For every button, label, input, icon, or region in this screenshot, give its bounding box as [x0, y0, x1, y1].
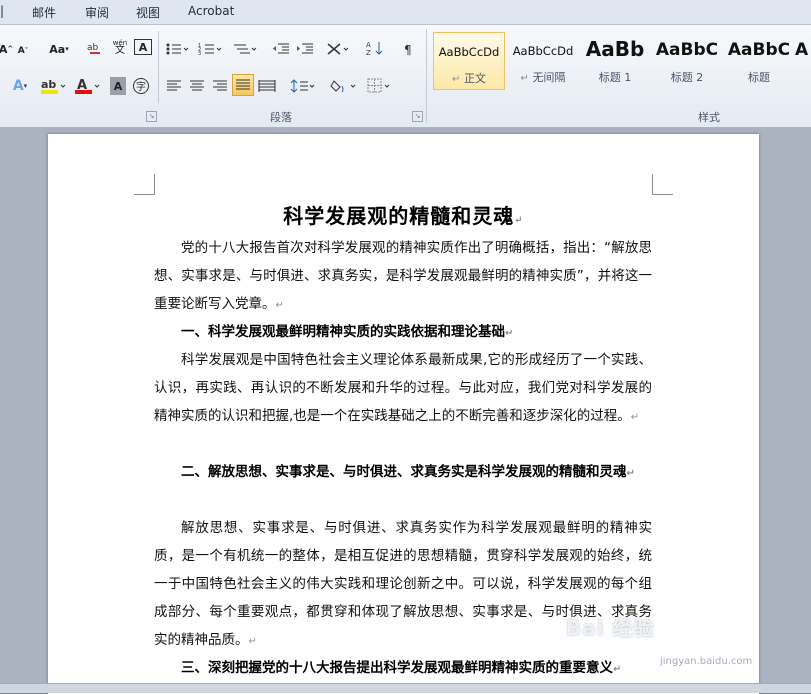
svg-text:¶: ¶ [404, 43, 412, 56]
highlight-color-icon[interactable]: ab [40, 77, 68, 95]
enclose-char-icon[interactable]: 字 [132, 77, 150, 95]
ribbon-tab-bar: | 邮件 审阅 视图 Acrobat [0, 0, 811, 25]
style-more[interactable]: A [795, 32, 811, 90]
group-divider [426, 29, 427, 123]
style-title[interactable]: AaBbC 标题 [723, 32, 795, 90]
svg-text:Z: Z [366, 49, 371, 56]
tab-acrobat[interactable]: Acrobat [188, 4, 234, 18]
increase-indent-icon[interactable] [296, 40, 314, 58]
shading-icon[interactable] [330, 77, 358, 95]
asian-layout-icon[interactable] [326, 40, 352, 58]
crop-mark-top-right [652, 174, 673, 195]
sort-icon[interactable]: AZ [366, 39, 384, 57]
align-center-icon[interactable] [189, 77, 205, 95]
font-dialog-launcher[interactable]: ↘ [146, 111, 157, 122]
svg-text:ab: ab [41, 78, 56, 91]
heading-section-1: 一、科学发展观最鲜明精神实质的实践依据和理论基础↵ [181, 324, 514, 340]
shrink-font-button[interactable]: Aˇ [16, 42, 30, 60]
watermark-url: jingyan.baidu.com [660, 656, 753, 667]
tab-review[interactable]: 审阅 [85, 4, 109, 21]
style-no-spacing-label: 无间隔 [532, 71, 566, 84]
heading-section-2: 二、解放思想、实事求是、与时俱进、求真务实是科学发展观的精髓和灵魂↵ [181, 464, 635, 480]
text-effects-button[interactable]: A ▾ [6, 77, 34, 95]
char-border-button[interactable]: A [134, 39, 152, 55]
svg-text:字: 字 [136, 80, 146, 93]
styles-gallery: AaBbCcDd ↵ 正文 AaBbCcDd ↵ 无间隔 AaBb 标题 1 A… [431, 32, 811, 92]
tab-mailings[interactable]: 邮件 [32, 4, 56, 21]
line-spacing-icon[interactable] [290, 77, 316, 95]
phonetic-guide-button[interactable]: wén 文 [110, 38, 130, 56]
font-color-icon[interactable]: A [74, 77, 102, 95]
group-divider [158, 31, 159, 103]
paragraph-section-1: 科学发展观是中国特色社会主义理论体系最新成果,它的形成经历了一个实践、认识，再实… [154, 352, 652, 424]
align-right-icon[interactable] [212, 77, 228, 95]
grow-font-button[interactable]: A ^ [0, 40, 13, 58]
show-marks-icon[interactable]: ¶ [402, 40, 416, 58]
styles-group-label: 样式 [698, 111, 720, 124]
svg-text:A: A [366, 41, 371, 49]
numbering-icon[interactable]: 123 [198, 40, 222, 58]
paragraph-dialog-launcher[interactable]: ↘ [412, 111, 423, 122]
style-no-spacing[interactable]: AaBbCcDd ↵ 无间隔 [507, 32, 579, 90]
bullets-icon[interactable] [165, 40, 189, 58]
style-normal[interactable]: AaBbCcDd ↵ 正文 [433, 32, 505, 90]
crop-mark-top-left [134, 174, 155, 195]
paragraph-group-label: 段落 [270, 111, 292, 124]
style-normal-label: 正文 [463, 72, 486, 85]
decrease-indent-icon[interactable] [272, 40, 290, 58]
document-page[interactable]: 科学发展观的精髓和灵魂↵ 党的十八大报告首次对科学发展观的精神实质作出了明确概括… [48, 134, 759, 694]
document-title: 科学发展观的精髓和灵魂↵ [283, 204, 524, 228]
heading-section-3: 三、深刻把握党的十八大报告提出科学发展观最鲜明精神实质的重要意义↵ [181, 660, 622, 676]
char-shading-button[interactable]: A [110, 77, 126, 95]
svg-text:3: 3 [198, 51, 201, 56]
ribbon: A ^ Aˇ Aa ▾ ab wén 文 A 123 AZ ¶ A ▾ ab A A 字… [0, 25, 811, 128]
borders-icon[interactable] [366, 77, 394, 95]
style-heading1[interactable]: AaBb 标题 1 [579, 32, 651, 90]
align-left-icon[interactable] [166, 77, 182, 95]
change-case-button[interactable]: Aa ▾ [46, 40, 72, 58]
watermark-logo: Bai 经验 [566, 616, 655, 640]
tab-view[interactable]: 视图 [136, 4, 160, 21]
distributed-icon[interactable] [258, 77, 276, 95]
style-heading2[interactable]: AaBbC 标题 2 [651, 32, 723, 90]
svg-text:ab: ab [87, 43, 99, 53]
document-area[interactable]: 科学发展观的精髓和灵魂↵ 党的十八大报告首次对科学发展观的精神实质作出了明确概括… [0, 128, 811, 694]
justify-icon[interactable] [232, 74, 254, 96]
paragraph-intro: 党的十八大报告首次对科学发展观的精神实质作出了明确概括，指出：“解放思想、实事求… [154, 240, 652, 312]
tab-partial[interactable]: | [0, 4, 4, 18]
multilevel-list-icon[interactable] [232, 40, 258, 58]
clear-format-icon[interactable]: ab [86, 39, 104, 57]
